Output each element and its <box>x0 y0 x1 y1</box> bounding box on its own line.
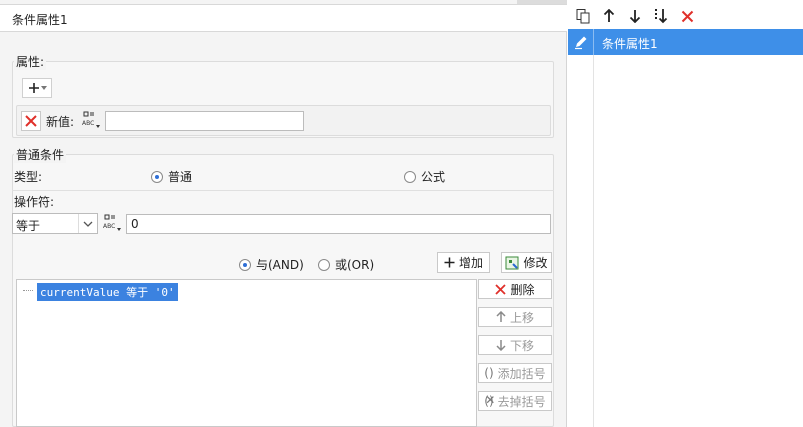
list-item[interactable]: 条件属性1 <box>568 29 803 55</box>
and-radio[interactable]: 与(AND) <box>239 256 304 273</box>
condition-list-panel: 条件属性1 <box>568 0 803 427</box>
delete-button[interactable]: 删除 <box>478 279 552 299</box>
add-condition-button[interactable]: 增加 <box>437 252 490 273</box>
list-toolbar <box>568 4 803 28</box>
arrow-down-icon <box>496 340 506 351</box>
divider <box>12 190 554 191</box>
list-item-label: 条件属性1 <box>602 37 658 51</box>
conditions-list[interactable]: currentValue 等于 '0' <box>16 279 477 427</box>
arrow-up-icon[interactable] <box>600 7 618 25</box>
condition-value-input[interactable] <box>126 214 551 234</box>
condition-legend: 普通条件 <box>14 146 67 163</box>
radio-unselected-icon <box>318 258 330 271</box>
new-value-label: 新值: <box>46 115 75 129</box>
move-up-button[interactable]: 上移 <box>478 307 552 327</box>
modify-condition-button[interactable]: 修改 <box>501 252 552 273</box>
close-icon <box>495 283 507 295</box>
operator-label: 操作符: <box>14 195 55 209</box>
radio-unselected-icon <box>404 170 416 183</box>
or-label: 或(OR) <box>335 258 375 272</box>
tree-connector <box>23 290 33 291</box>
type-formula-label: 公式 <box>421 170 446 184</box>
svg-text:ABC: ABC <box>103 223 115 230</box>
panel-title: 条件属性1 <box>12 13 68 27</box>
new-value-input[interactable] <box>105 111 304 131</box>
chevron-down-icon <box>83 221 93 227</box>
add-attribute-button[interactable] <box>22 78 52 98</box>
move-down-button[interactable]: 下移 <box>478 335 552 355</box>
move-to-bottom-icon[interactable] <box>652 7 670 25</box>
type-normal-label: 普通 <box>168 170 193 184</box>
list-item[interactable]: currentValue 等于 '0' <box>37 283 178 301</box>
type-normal-radio[interactable]: 普通 <box>151 168 192 185</box>
close-icon <box>25 115 37 127</box>
bracket-icon: () <box>484 366 494 380</box>
add-bracket-button[interactable]: () 添加括号 <box>478 363 552 383</box>
dropdown-arrow-icon <box>40 86 47 90</box>
abc-format-icon[interactable]: ABC <box>81 110 103 130</box>
condition-editor-panel: 条件属性1 属性: 新值: ABC 普通条件 类型: 普通 公式 操作符: 等于… <box>0 0 567 427</box>
copy-icon[interactable] <box>574 7 592 25</box>
panel-title-bar: 条件属性1 <box>0 4 567 32</box>
type-formula-radio[interactable]: 公式 <box>404 168 445 185</box>
close-icon[interactable] <box>678 7 696 25</box>
remove-attribute-button[interactable] <box>21 111 41 131</box>
remove-bracket-button[interactable]: () ✕ 去掉括号 <box>478 391 552 411</box>
arrow-down-icon[interactable] <box>626 7 644 25</box>
or-radio[interactable]: 或(OR) <box>318 256 374 273</box>
remove-bracket-icon: () ✕ <box>484 393 496 408</box>
operator-value: 等于 <box>16 219 41 233</box>
and-label: 与(AND) <box>256 258 304 272</box>
edit-grid-icon <box>505 256 519 269</box>
dropdown-button[interactable] <box>78 214 97 233</box>
column-divider <box>593 55 594 427</box>
svg-text:ABC: ABC <box>82 120 94 127</box>
radio-selected-icon <box>239 258 251 271</box>
abc-format-icon-2[interactable]: ABC <box>102 213 124 233</box>
attributes-legend: 属性: <box>14 53 47 70</box>
plus-icon <box>28 83 39 93</box>
operator-select[interactable]: 等于 <box>12 213 98 234</box>
radio-selected-icon <box>151 170 163 183</box>
type-label: 类型: <box>14 170 43 184</box>
pencil-icon <box>568 29 594 55</box>
plus-icon <box>444 257 455 268</box>
arrow-up-icon <box>496 311 506 322</box>
